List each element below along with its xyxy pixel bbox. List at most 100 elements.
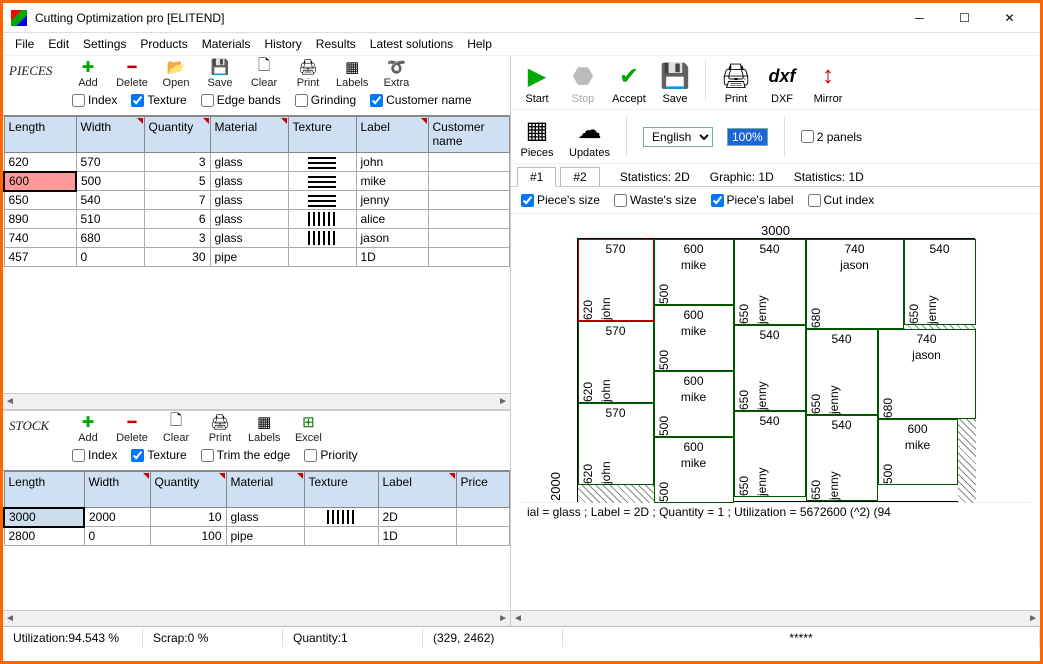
menu-file[interactable]: File <box>15 37 34 51</box>
save-result-button[interactable]: 💾Save <box>657 60 693 105</box>
layout-piece[interactable]: 540650jenny <box>806 329 878 415</box>
table-row[interactable]: 6505407glassjenny <box>4 191 510 210</box>
stock-labels-button[interactable]: ▦Labels <box>248 413 280 444</box>
stock-texture-check[interactable]: Texture <box>131 448 186 462</box>
print-result-button[interactable]: 🖨Print <box>718 60 754 105</box>
pieces-delete-button[interactable]: ━Delete <box>116 58 148 89</box>
table-row[interactable]: 457030pipe1D <box>4 248 510 267</box>
print-icon: 🖨 <box>720 60 752 92</box>
layout-piece[interactable]: 570620john <box>578 239 654 321</box>
col-length[interactable]: Length <box>4 117 76 153</box>
stock-priority-check[interactable]: Priority <box>304 448 357 462</box>
layout-canvas[interactable]: 3000 2000 570620john600500mike540650jenn… <box>511 214 1040 610</box>
layout-piece[interactable]: 740680jason <box>806 239 904 329</box>
col-width[interactable]: Width <box>76 117 144 153</box>
tab-2[interactable]: #2 <box>560 167 599 186</box>
pieces-hscroll[interactable]: ◄► <box>3 393 510 409</box>
table-row[interactable]: 6005005glassmike <box>4 172 510 191</box>
table-row[interactable]: 3000200010glass2D <box>4 508 510 527</box>
layout-piece[interactable]: 600500mike <box>654 305 734 371</box>
pieces-labels-button[interactable]: ▦Labels <box>336 58 368 89</box>
layout-piece[interactable]: 540650jenny <box>734 239 806 325</box>
layout-piece[interactable]: 540650jenny <box>806 415 878 501</box>
layout-piece[interactable]: 540650jenny <box>734 325 806 411</box>
menu-help[interactable]: Help <box>467 37 492 51</box>
stock-trim-check[interactable]: Trim the edge <box>201 448 291 462</box>
stop-button[interactable]: ⬣Stop <box>565 60 601 105</box>
updates-button[interactable]: ☁Updates <box>569 114 610 159</box>
stock-excel-button[interactable]: ⊞Excel <box>292 413 324 444</box>
stock-delete-button[interactable]: ━Delete <box>116 413 148 444</box>
stock-hscroll[interactable]: ◄► <box>3 610 510 626</box>
col-customer[interactable]: Customer name <box>428 117 510 153</box>
two-panels-check[interactable]: 2 panels <box>801 130 862 144</box>
pieces-print-button[interactable]: 🖨Print <box>292 58 324 89</box>
tab-stats1d[interactable]: Statistics: 1D <box>794 170 864 184</box>
sheet-width-label: 3000 <box>578 223 974 238</box>
stock-print-button[interactable]: 🖨Print <box>204 413 236 444</box>
minimize-button[interactable]: ─ <box>897 4 942 32</box>
folder-open-icon: 📂 <box>167 58 185 76</box>
tab-stats2d[interactable]: Statistics: 2D <box>620 170 690 184</box>
col-texture[interactable]: Texture <box>288 117 356 153</box>
cut-index-check[interactable]: Cut index <box>808 193 875 207</box>
menu-history[interactable]: History <box>264 37 301 51</box>
layout-piece[interactable]: 600500mike <box>654 371 734 437</box>
col-material[interactable]: Material <box>210 117 288 153</box>
col-label[interactable]: Label <box>356 117 428 153</box>
pieces-edgebands-check[interactable]: Edge bands <box>201 93 281 107</box>
pieces-customer-check[interactable]: Customer name <box>370 93 471 107</box>
sheet-height-label: 2000 <box>548 239 563 501</box>
language-select[interactable]: English <box>643 127 713 147</box>
status-coord: (329, 2462) <box>423 629 563 647</box>
accept-button[interactable]: ✔Accept <box>611 60 647 105</box>
zoom-select[interactable]: 100% <box>727 128 768 146</box>
piece-label-check[interactable]: Piece's label <box>711 193 794 207</box>
pieces-add-button[interactable]: ✚Add <box>72 58 104 89</box>
close-button[interactable]: ✕ <box>987 4 1032 32</box>
table-row[interactable]: 28000100pipe1D <box>4 527 510 546</box>
layout-piece[interactable]: 570620john <box>578 321 654 403</box>
pieces-view-button[interactable]: ▦Pieces <box>519 114 555 159</box>
print-icon: 🖨 <box>299 58 317 76</box>
canvas-hscroll[interactable]: ◄► <box>511 610 1040 626</box>
col-quantity[interactable]: Quantity <box>144 117 210 153</box>
table-row[interactable]: 8905106glassalice <box>4 210 510 229</box>
pieces-index-check[interactable]: Index <box>72 93 117 107</box>
menu-materials[interactable]: Materials <box>202 37 251 51</box>
layout-piece[interactable]: 540650jenny <box>734 411 806 497</box>
layout-piece[interactable]: 740680jason <box>878 329 976 419</box>
tab-1[interactable]: #1 <box>517 167 556 187</box>
dxf-button[interactable]: dxfDXF <box>764 60 800 105</box>
pieces-texture-check[interactable]: Texture <box>131 93 186 107</box>
stock-clear-button[interactable]: 🗋Clear <box>160 413 192 444</box>
tab-graphic1d[interactable]: Graphic: 1D <box>710 170 774 184</box>
pieces-open-button[interactable]: 📂Open <box>160 58 192 89</box>
layout-piece[interactable]: 570620john <box>578 403 654 485</box>
stock-index-check[interactable]: Index <box>72 448 117 462</box>
layout-piece[interactable]: 600500mike <box>654 437 734 503</box>
pieces-save-button[interactable]: 💾Save <box>204 58 236 89</box>
stock-add-button[interactable]: ✚Add <box>72 413 104 444</box>
start-button[interactable]: ▶Start <box>519 60 555 105</box>
pieces-grinding-check[interactable]: Grinding <box>295 93 356 107</box>
stock-grid[interactable]: Length Width Quantity Material Texture L… <box>3 471 510 546</box>
menu-results[interactable]: Results <box>316 37 356 51</box>
mirror-button[interactable]: ↕Mirror <box>810 60 846 105</box>
layout-piece[interactable]: 600500mike <box>878 419 958 485</box>
menu-products[interactable]: Products <box>140 37 187 51</box>
table-row[interactable]: 6205703glassjohn <box>4 153 510 172</box>
pieces-grid[interactable]: Length Width Quantity Material Texture L… <box>3 116 510 267</box>
menu-latest[interactable]: Latest solutions <box>370 37 453 51</box>
maximize-button[interactable]: ☐ <box>942 4 987 32</box>
menu-settings[interactable]: Settings <box>83 37 126 51</box>
layout-piece[interactable]: 600500mike <box>654 239 734 305</box>
piece-size-check[interactable]: Piece's size <box>521 193 600 207</box>
pieces-extra-button[interactable]: ➰Extra <box>380 58 412 89</box>
menu-edit[interactable]: Edit <box>48 37 69 51</box>
status-scrap: Scrap:0 % <box>143 629 283 647</box>
layout-piece[interactable]: 540650jenny <box>904 239 976 325</box>
waste-size-check[interactable]: Waste's size <box>614 193 697 207</box>
table-row[interactable]: 7406803glassjason <box>4 229 510 248</box>
pieces-clear-button[interactable]: 🗋Clear <box>248 58 280 89</box>
